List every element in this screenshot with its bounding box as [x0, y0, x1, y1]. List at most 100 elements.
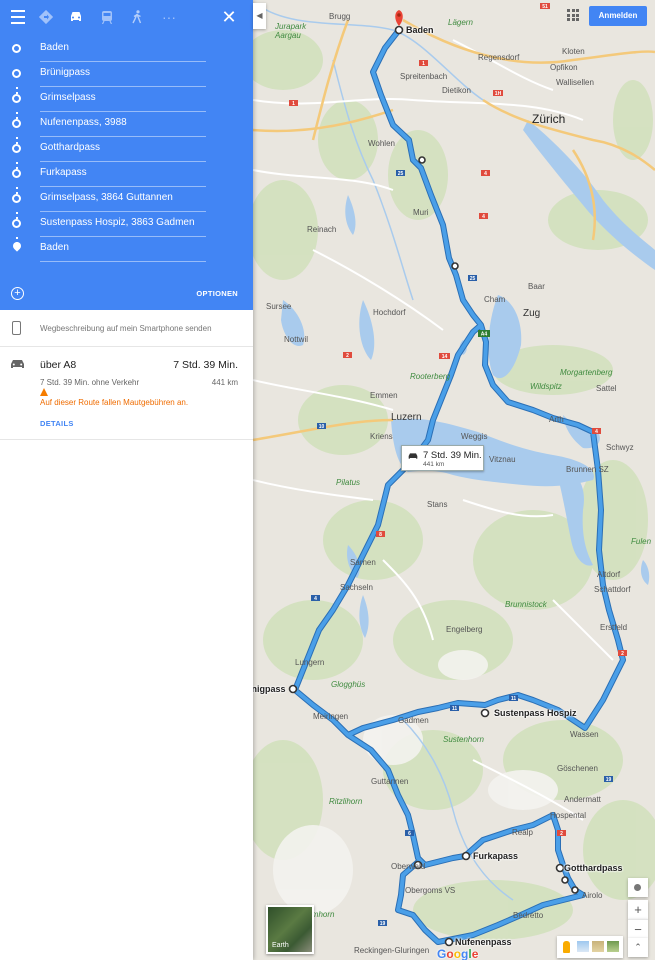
map-label-schattdorf: Schattdorf: [594, 585, 631, 594]
map-label-stans: Stans: [427, 500, 448, 509]
waypoint-row[interactable]: Furkapass: [0, 162, 253, 187]
svg-text:51: 51: [542, 4, 548, 10]
waypoint-input[interactable]: Baden: [40, 242, 206, 262]
map-label-meiringen: Meiringen: [313, 712, 349, 721]
map-label-zurich: Zürich: [532, 112, 566, 126]
apps-grid-icon[interactable]: [567, 9, 579, 21]
layer-thumb-icon[interactable]: [592, 941, 604, 952]
waypoint-row[interactable]: Baden: [0, 237, 253, 262]
waypoint-row[interactable]: Nufenenpass, 3988: [0, 112, 253, 137]
map-label-wohlen: Wohlen: [368, 139, 395, 148]
stop-label-nufenenpass[interactable]: Nufenenpass: [455, 937, 512, 947]
collapse-panel-button[interactable]: ◀: [253, 3, 266, 29]
earth-view-toggle[interactable]: Earth: [266, 905, 314, 954]
travel-mode-bar: ··· ✕: [0, 0, 253, 35]
sign-in-button[interactable]: Anmelden: [589, 6, 647, 26]
route-via: über A8: [40, 359, 77, 371]
map-label-oberwald: Oberwald: [391, 862, 426, 871]
waypoint-row[interactable]: Sustenpass Hospiz, 3863 Gadmen: [0, 212, 253, 237]
menu-icon[interactable]: [6, 5, 30, 29]
svg-text:2: 2: [560, 831, 563, 837]
waypoint-dot-icon: [12, 94, 21, 103]
stop-label-gotthardpass[interactable]: Gotthardpass: [564, 863, 623, 873]
map-label-sustenhorn: Sustenhorn: [443, 735, 484, 744]
map-label-regensdorf: Regensdorf: [478, 53, 520, 62]
map-label-wassen: Wassen: [570, 730, 599, 739]
route-distance: 441 km: [211, 378, 238, 387]
details-link[interactable]: DETAILS: [40, 419, 74, 428]
waypoint-dot-icon: [12, 194, 21, 203]
waypoint-input[interactable]: Grimselpass, 3864 Guttannen: [40, 192, 206, 212]
stop-label-brunigpass[interactable]: Brünigpass: [253, 684, 286, 694]
svg-text:4: 4: [314, 596, 317, 602]
stop-label-sustenpass[interactable]: Sustenpass Hospiz: [494, 708, 577, 718]
waypoint-row[interactable]: Gotthardpass: [0, 137, 253, 162]
waypoint-dot-icon: [12, 144, 21, 153]
add-destination-icon[interactable]: +: [11, 287, 24, 300]
waypoint-input[interactable]: Grimselpass: [40, 92, 206, 112]
waypoint-input[interactable]: Brünigpass: [40, 67, 206, 87]
svg-text:2: 2: [621, 651, 624, 657]
svg-text:10: 10: [319, 424, 325, 430]
my-location-button[interactable]: [628, 878, 648, 897]
map-label-arth: Arth: [549, 415, 564, 424]
waypoint-input[interactable]: Baden: [40, 42, 206, 62]
map-label-sursee: Sursee: [266, 302, 292, 311]
close-icon[interactable]: ✕: [217, 5, 241, 29]
more-icon[interactable]: ···: [157, 5, 181, 29]
phone-icon: [12, 321, 21, 335]
map-label-lungern: Lungern: [295, 658, 325, 667]
car-icon[interactable]: [64, 5, 88, 29]
waypoint-input[interactable]: Nufenenpass, 3988: [40, 117, 206, 137]
train-icon[interactable]: [95, 5, 119, 29]
svg-text:25: 25: [470, 276, 476, 282]
map-label-brunnen: Brunnen SZ: [566, 465, 609, 474]
map-label-vitznau: Vitznau: [489, 455, 516, 464]
send-to-phone-row[interactable]: Wegbeschreibung auf mein Smartphone send…: [0, 310, 253, 347]
map-label-sattel: Sattel: [596, 384, 617, 393]
expand-icon[interactable]: ⌃: [628, 938, 648, 957]
pegman-icon[interactable]: [563, 941, 570, 953]
map-canvas[interactable]: 1 1 4 4 2 14 4 8 2 2 A4 25 25 10 11 11 6…: [253, 0, 655, 960]
options-button[interactable]: OPTIONEN: [196, 289, 238, 298]
map-label-opfikon: Opfikon: [550, 63, 578, 72]
map-label-dietikon: Dietikon: [442, 86, 471, 95]
svg-text:6: 6: [408, 831, 411, 837]
svg-text:4: 4: [595, 429, 598, 435]
directions-icon[interactable]: [34, 5, 58, 29]
route-option-card[interactable]: über A8 7 Std. 39 Min. 7 Std. 39 Min. oh…: [0, 347, 253, 440]
waypoint-row[interactable]: Grimselpass: [0, 87, 253, 112]
map-label-brunnistock: Brunnistock: [505, 600, 547, 609]
svg-text:2: 2: [346, 353, 349, 359]
map-label-morgartenberg: Morgartenberg: [560, 368, 613, 377]
waypoint-row[interactable]: Baden: [0, 37, 253, 62]
route-summary-callout[interactable]: 7 Std. 39 Min. 441 km: [401, 445, 484, 471]
map-label-jurapark: Jurapark Aargau: [275, 22, 307, 40]
waypoint-input[interactable]: Gotthardpass: [40, 142, 206, 162]
waypoint-input[interactable]: Sustenpass Hospiz, 3863 Gadmen: [40, 217, 206, 237]
car-icon: [11, 360, 24, 368]
stop-label-baden[interactable]: Baden: [406, 25, 434, 35]
waypoint-input[interactable]: Furkapass: [40, 167, 206, 187]
map-label-emmen: Emmen: [370, 391, 398, 400]
map-label-erstfeld: Erstfeld: [600, 623, 628, 632]
walk-icon[interactable]: [125, 5, 149, 29]
zoom-in-button[interactable]: +: [628, 900, 648, 919]
zoom-out-button[interactable]: −: [628, 919, 648, 938]
map-label-hochdorf: Hochdorf: [373, 308, 406, 317]
waypoint-row[interactable]: Brünigpass: [0, 62, 253, 87]
map-label-pilatus: Pilatus: [336, 478, 361, 487]
stop-label-furkapass[interactable]: Furkapass: [473, 851, 518, 861]
map-label-goschenen: Göschenen: [557, 764, 598, 773]
waypoint-row[interactable]: Grimselpass, 3864 Guttannen: [0, 187, 253, 212]
callout-duration: 7 Std. 39 Min.: [423, 450, 482, 461]
layer-thumb-icon[interactable]: [577, 941, 589, 952]
svg-text:11: 11: [511, 696, 517, 702]
map-label-reinach: Reinach: [307, 225, 337, 234]
svg-text:19: 19: [380, 921, 386, 927]
layer-thumb-icon[interactable]: [607, 941, 619, 952]
map-label-realp: Realp: [512, 828, 533, 837]
svg-text:4: 4: [482, 214, 485, 220]
google-logo: Google: [437, 947, 479, 960]
svg-text:1H: 1H: [495, 91, 502, 97]
